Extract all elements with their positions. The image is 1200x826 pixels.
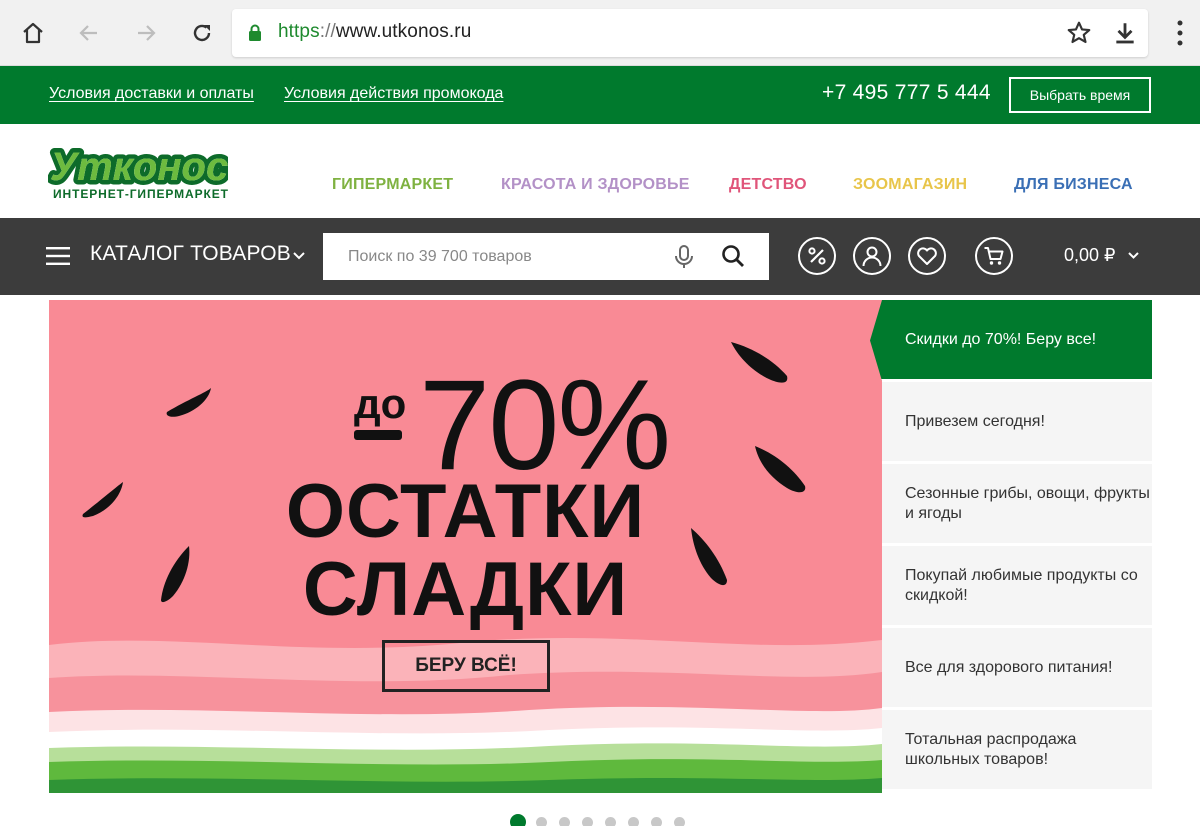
chevron-down-icon[interactable] <box>292 251 306 261</box>
bookmark-star-icon[interactable] <box>1066 20 1092 46</box>
logo-subtitle: ИНТЕРНЕТ-ГИПЕРМАРКЕТ <box>53 187 229 201</box>
banner-prefix: до <box>354 380 407 427</box>
carousel-dot[interactable] <box>628 817 639 826</box>
discounts-percent-icon[interactable] <box>798 237 836 275</box>
carousel-dot[interactable] <box>674 817 685 826</box>
promo-item-healthy-food[interactable]: Все для здорового питания! <box>882 628 1152 709</box>
category-business[interactable]: ДЛЯ БИЗНЕСА <box>1014 176 1133 194</box>
favorites-heart-icon[interactable] <box>908 237 946 275</box>
hamburger-menu-icon[interactable] <box>46 247 70 265</box>
header-logo-bar: Утконос Утконос ИНТЕРНЕТ-ГИПЕРМАРКЕТ ГИП… <box>0 124 1200 218</box>
lock-icon <box>249 24 261 41</box>
delivery-terms-link[interactable]: Условия доставки и оплаты <box>49 85 254 103</box>
microphone-icon[interactable] <box>673 245 695 269</box>
promo-terms-link[interactable]: Условия действия промокода <box>284 85 503 103</box>
svg-text:Утконос: Утконос <box>50 145 228 189</box>
promo-list: Скидки до 70%! Беру все! Привезем сегодн… <box>870 300 1152 793</box>
category-childhood[interactable]: ДЕТСТВО <box>729 176 807 194</box>
reload-icon[interactable] <box>186 17 218 49</box>
search-icon[interactable] <box>721 244 745 268</box>
home-icon[interactable] <box>17 17 49 49</box>
catalog-menu-label[interactable]: КАТАЛОГ ТОВАРОВ <box>90 242 291 266</box>
banner-headline-line1: ОСТАТКИ <box>285 469 646 554</box>
cart-icon[interactable] <box>975 237 1013 275</box>
promo-item-sale-70[interactable]: Скидки до 70%! Беру все! <box>870 300 1152 381</box>
cart-chevron-down-icon[interactable] <box>1127 251 1140 260</box>
banner-headline-line2: СЛАДКИ <box>302 547 629 632</box>
overflow-menu-icon[interactable] <box>1176 20 1184 46</box>
carousel-dot[interactable] <box>510 814 526 826</box>
promo-item-seasonal[interactable]: Сезонные грибы, овощи, фрукты и ягоды <box>882 464 1152 545</box>
catalog-search-bar: КАТАЛОГ ТОВАРОВ 0,00 ₽ <box>0 218 1200 295</box>
promo-item-school-sale[interactable]: Тотальная распродажа школьных товаров! <box>882 710 1152 791</box>
address-bar[interactable]: https://www.utkonos.ru <box>232 9 1148 57</box>
carousel-dot[interactable] <box>536 817 547 826</box>
carousel-dot[interactable] <box>559 817 570 826</box>
download-icon[interactable] <box>1112 20 1138 46</box>
search-input[interactable] <box>323 233 663 280</box>
promo-item-today-delivery[interactable]: Привезем сегодня! <box>882 382 1152 463</box>
url-text: https://www.utkonos.ru <box>278 21 472 42</box>
back-arrow-icon[interactable] <box>73 17 105 49</box>
promo-item-discount-favorites[interactable]: Покупай любимые продукты со скидкой! <box>882 546 1152 627</box>
forward-arrow-icon[interactable] <box>130 17 162 49</box>
category-beauty-health[interactable]: КРАСОТА И ЗДОРОВЬЕ <box>501 176 690 194</box>
browser-toolbar: https://www.utkonos.ru <box>0 0 1200 66</box>
banner-minus-mark <box>354 430 402 440</box>
search-box <box>323 233 769 280</box>
carousel-dot[interactable] <box>651 817 662 826</box>
carousel-dot[interactable] <box>605 817 616 826</box>
promo-banner[interactable]: до 70% ОСТАТКИ СЛАДКИ БЕРУ ВСЁ! <box>49 300 882 793</box>
category-hypermarket[interactable]: ГИПЕРМАРКЕТ <box>332 176 453 194</box>
site-top-bar: Условия доставки и оплаты Условия действ… <box>0 66 1200 124</box>
choose-time-button[interactable]: Выбрать время <box>1009 77 1151 113</box>
phone-number[interactable]: +7 495 777 5 444 <box>822 81 991 105</box>
user-profile-icon[interactable] <box>853 237 891 275</box>
carousel-dot[interactable] <box>582 817 593 826</box>
banner-cta-button[interactable]: БЕРУ ВСЁ! <box>382 640 550 692</box>
cart-total[interactable]: 0,00 ₽ <box>1064 245 1116 266</box>
category-pet-store[interactable]: ЗООМАГАЗИН <box>853 176 967 194</box>
